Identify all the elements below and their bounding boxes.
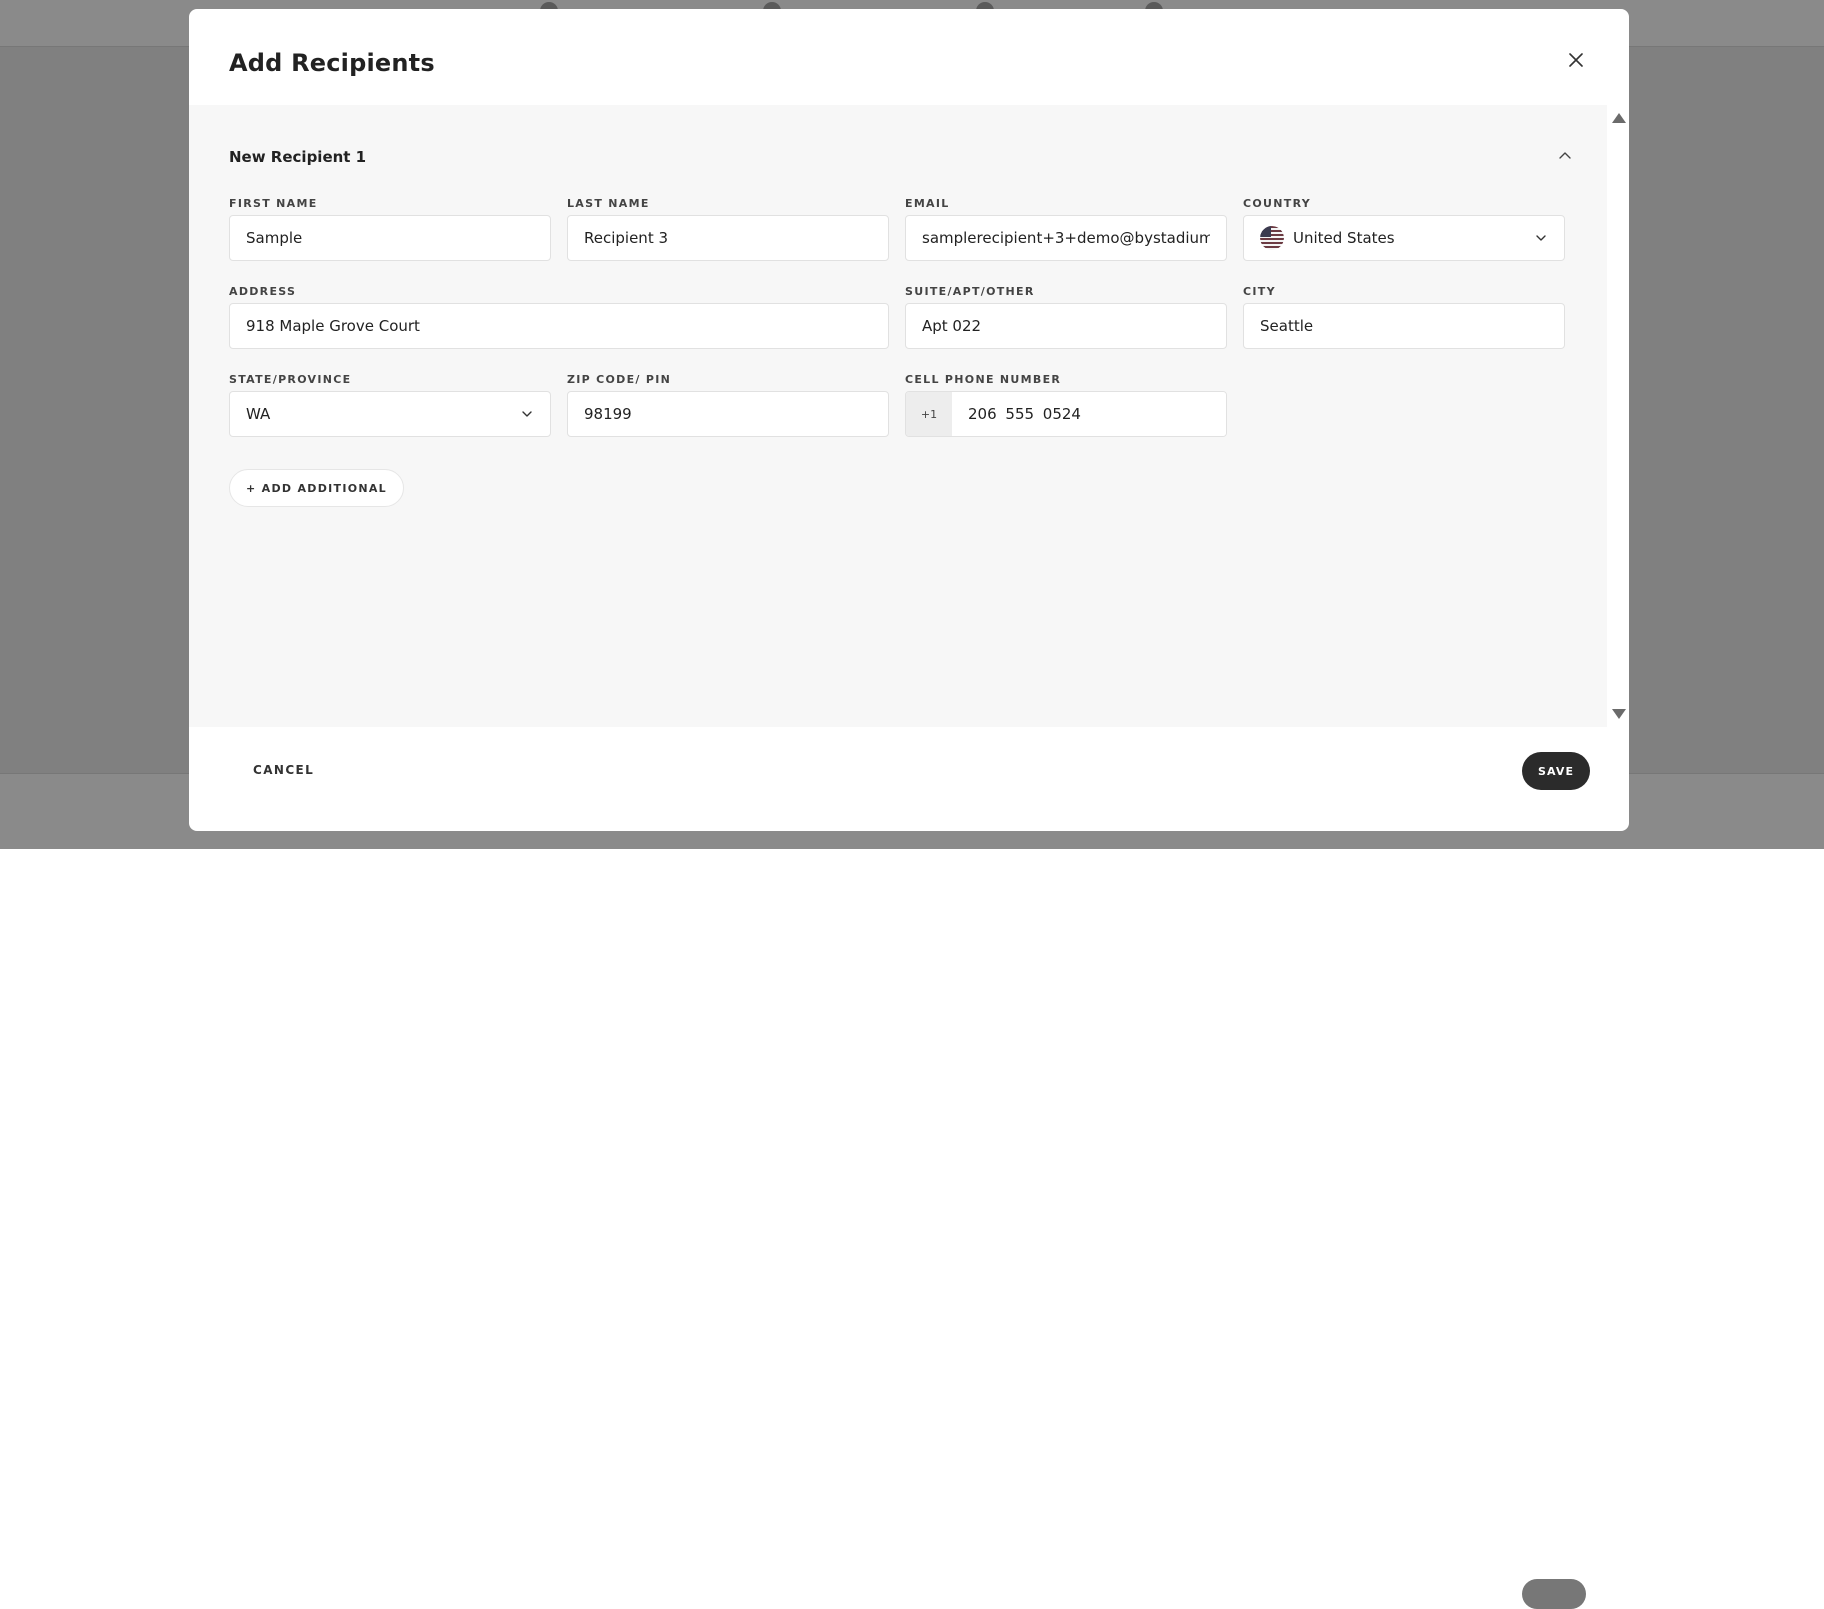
address-label: ADDRESS — [229, 285, 297, 298]
city-input[interactable] — [1243, 303, 1565, 349]
city-label: CITY — [1243, 285, 1276, 298]
last-name-label: LAST NAME — [567, 197, 650, 210]
last-name-input[interactable] — [567, 215, 889, 261]
first-name-field: FIRST NAME — [229, 197, 551, 261]
close-button[interactable] — [1563, 47, 1589, 73]
modal-title: Add Recipients — [229, 49, 435, 77]
us-flag-icon — [1260, 226, 1284, 250]
country-field: COUNTRY United States — [1243, 197, 1565, 261]
phone-country-code[interactable]: +1 — [906, 392, 952, 436]
state-value: WA — [246, 405, 271, 423]
chevron-down-icon — [522, 411, 532, 417]
state-label: STATE/PROVINCE — [229, 373, 352, 386]
phone-input-group: +1 — [905, 391, 1227, 437]
save-button[interactable]: SAVE — [1522, 752, 1590, 790]
scrollbar[interactable] — [1607, 105, 1629, 727]
zip-field: ZIP CODE/ PIN — [567, 373, 889, 437]
suite-field: SUITE/APT/OTHER — [905, 285, 1227, 349]
phone-label: CELL PHONE NUMBER — [905, 373, 1062, 386]
suite-input[interactable] — [905, 303, 1227, 349]
country-value: United States — [1293, 229, 1395, 247]
email-input[interactable] — [905, 215, 1227, 261]
country-select[interactable]: United States — [1243, 215, 1565, 261]
phone-input[interactable] — [952, 392, 1226, 436]
phone-field: CELL PHONE NUMBER +1 — [905, 373, 1227, 437]
last-name-field: LAST NAME — [567, 197, 889, 261]
first-name-input[interactable] — [229, 215, 551, 261]
state-field: STATE/PROVINCE WA — [229, 373, 551, 437]
country-label: COUNTRY — [1243, 197, 1311, 210]
city-field: CITY — [1243, 285, 1565, 349]
close-icon — [1569, 53, 1583, 67]
add-additional-button[interactable]: + ADD ADDITIONAL — [229, 469, 404, 507]
cancel-button[interactable]: CANCEL — [253, 763, 314, 777]
zip-input[interactable] — [567, 391, 889, 437]
scroll-up-icon[interactable] — [1612, 113, 1626, 123]
address-field: ADDRESS — [229, 285, 889, 349]
chevron-down-icon — [1536, 235, 1546, 241]
modal-body: New Recipient 1 FIRST NAME LAST NAME EMA… — [189, 105, 1607, 727]
address-input[interactable] — [229, 303, 889, 349]
chevron-up-icon — [1559, 152, 1571, 159]
first-name-label: FIRST NAME — [229, 197, 318, 210]
zip-label: ZIP CODE/ PIN — [567, 373, 672, 386]
email-field: EMAIL — [905, 197, 1227, 261]
collapse-section-button[interactable] — [1557, 147, 1573, 163]
email-label: EMAIL — [905, 197, 950, 210]
recipient-section-title: New Recipient 1 — [229, 148, 367, 166]
background-button — [1522, 1579, 1586, 1609]
state-select[interactable]: WA — [229, 391, 551, 437]
add-recipients-modal: Add Recipients New Recipient 1 FIRST NAM… — [189, 9, 1629, 831]
suite-label: SUITE/APT/OTHER — [905, 285, 1035, 298]
scroll-down-icon[interactable] — [1612, 709, 1626, 719]
